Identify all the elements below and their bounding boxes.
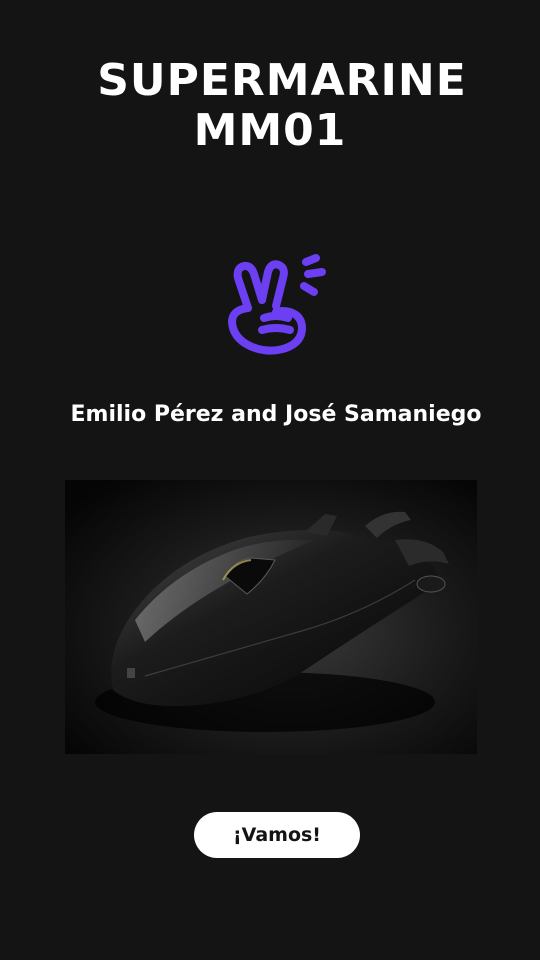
authors-text: Emilio Pérez and José Samaniego [70,402,482,427]
title-line-2: MM01 [193,105,347,156]
page-title: SUPERMARINE MM01 [0,56,540,156]
vamos-button[interactable]: ¡Vamos! [194,812,360,858]
vehicle-photo [65,480,477,754]
peace-hand-icon [228,254,326,355]
title-line-1: SUPERMARINE [97,55,467,106]
